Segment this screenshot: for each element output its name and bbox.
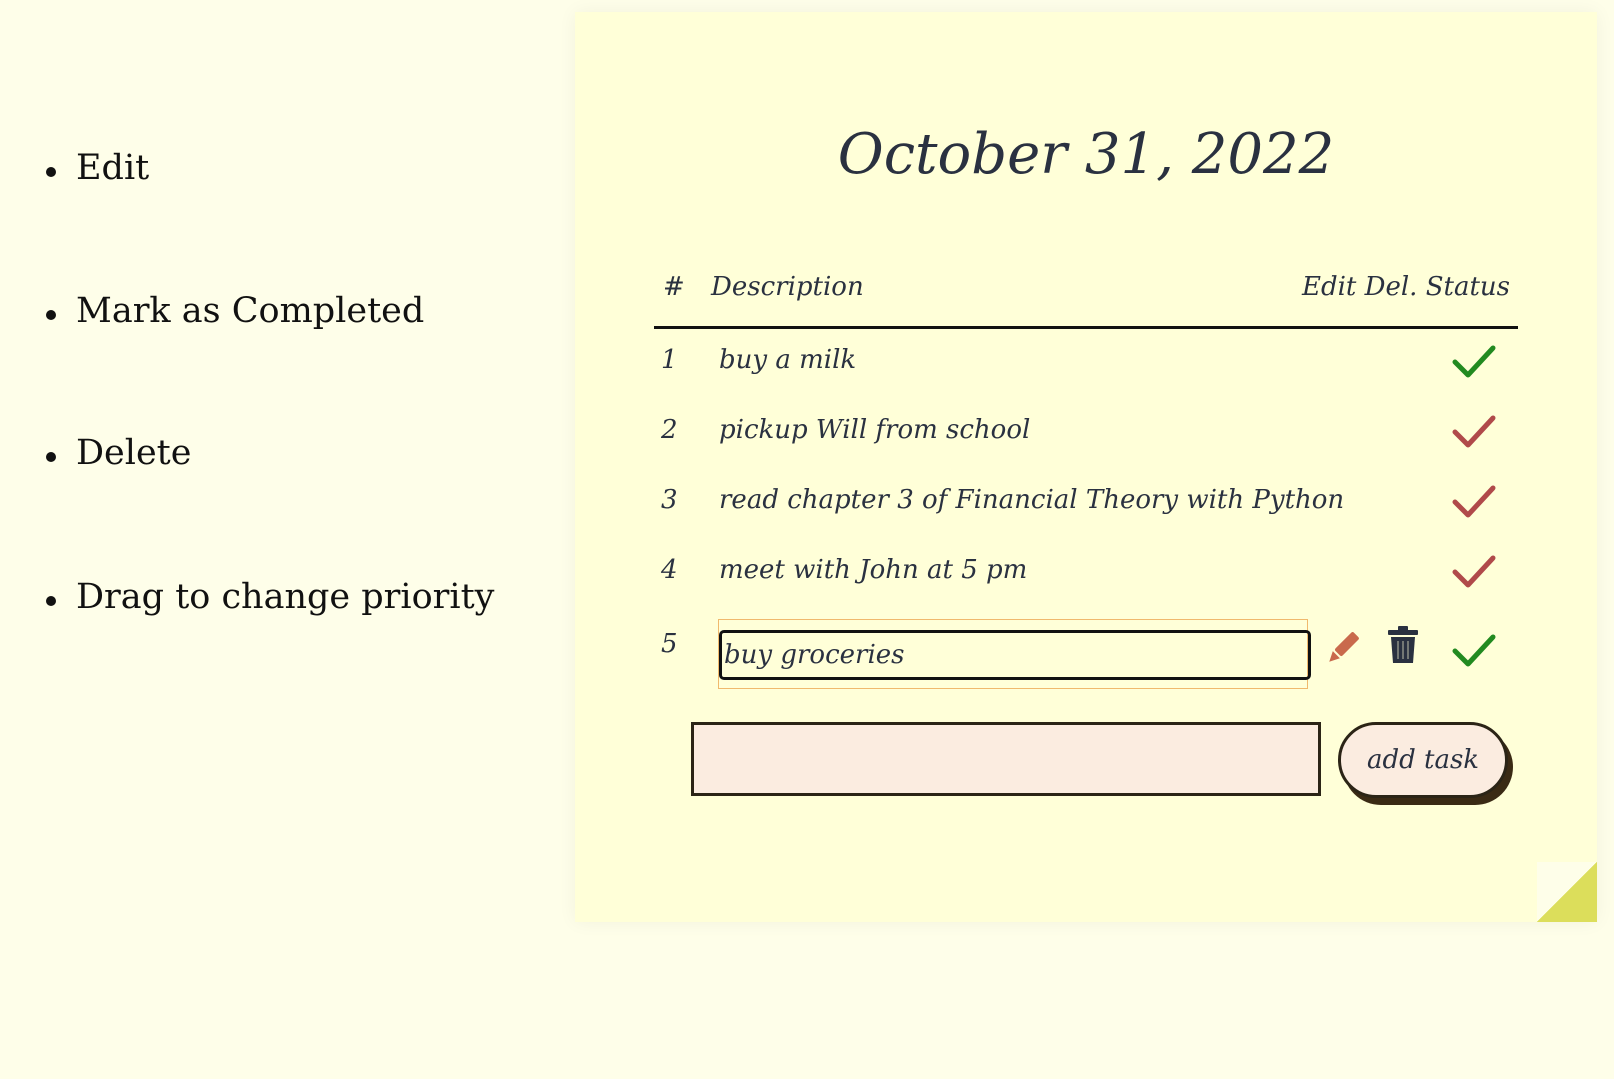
header-description: Description	[711, 272, 864, 302]
bullet-icon	[46, 167, 56, 177]
trash-icon[interactable]	[1387, 625, 1419, 665]
sticky-note: October 31, 2022 # Description Edit Del.…	[575, 12, 1597, 922]
check-icon[interactable]	[1451, 482, 1497, 522]
add-task-row: add task	[691, 712, 1531, 802]
feature-label: Delete	[76, 433, 192, 473]
feature-item-mark-completed: Mark as Completed	[46, 281, 424, 341]
task-number: 4	[661, 555, 678, 585]
edit-task-input[interactable]	[719, 630, 1311, 680]
feature-label: Edit	[76, 148, 150, 188]
task-row[interactable]: 3 read chapter 3 of Financial Theory wit…	[654, 469, 1518, 539]
bullet-icon	[46, 596, 56, 606]
check-icon[interactable]	[1451, 552, 1497, 592]
task-description: read chapter 3 of Financial Theory with …	[719, 485, 1345, 515]
feature-label: Drag to change priority	[76, 577, 495, 617]
task-description: buy a milk	[719, 345, 857, 375]
task-row[interactable]: 4 meet with John at 5 pm	[654, 539, 1518, 609]
task-number: 2	[661, 415, 678, 445]
folded-corner	[1537, 862, 1597, 922]
task-number: 3	[661, 485, 678, 515]
feature-item-delete: Delete	[46, 423, 191, 483]
task-number: 1	[661, 345, 678, 375]
table-header: # Description Edit Del. Status	[654, 257, 1518, 329]
check-icon[interactable]	[1451, 631, 1497, 671]
task-row[interactable]: 2 pickup Will from school	[654, 399, 1518, 469]
task-table: # Description Edit Del. Status 1 buy a m…	[654, 257, 1518, 699]
note-date: October 31, 2022	[837, 122, 1335, 187]
header-number: #	[663, 272, 685, 302]
task-description: meet with John at 5 pm	[719, 555, 1028, 585]
bullet-icon	[46, 452, 56, 462]
task-row[interactable]: 1 buy a milk	[654, 329, 1518, 399]
task-description: pickup Will from school	[719, 415, 1031, 445]
feature-item-drag: Drag to change priority	[46, 567, 494, 627]
task-number: 5	[661, 629, 678, 659]
check-icon[interactable]	[1451, 412, 1497, 452]
bullet-icon	[46, 310, 56, 320]
feature-item-edit: Edit	[46, 138, 149, 198]
pencil-icon[interactable]	[1322, 629, 1362, 669]
feature-label: Mark as Completed	[76, 291, 425, 331]
edit-field-wrapper	[718, 619, 1311, 689]
new-task-input[interactable]	[691, 722, 1321, 796]
header-actions: Edit Del. Status	[1301, 272, 1510, 302]
add-task-button[interactable]: add task	[1338, 722, 1508, 798]
check-icon[interactable]	[1451, 342, 1497, 382]
task-row-editing[interactable]: 5	[654, 609, 1518, 699]
